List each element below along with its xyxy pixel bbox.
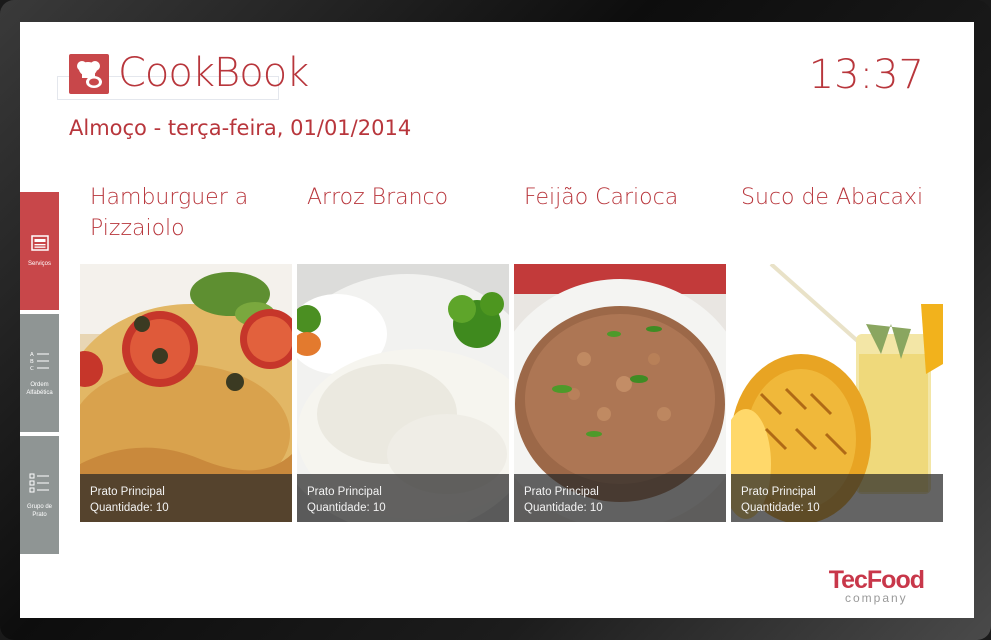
dish-cards: Hamburguer a Pizzaiolo Prato Principal Q… [80,182,948,522]
svg-text:A: A [30,352,34,358]
tecfood-logo: TecFood company [829,566,925,605]
dish-title: Arroz Branco [307,185,449,210]
dish-card[interactable]: Feijão Carioca Prato Principal Quantidad… [514,182,726,522]
dish-category: Prato Principal [307,486,382,498]
dish-quantity: Quantidade: 10 [90,502,169,514]
sidebar-item-label: Ordem Alfabética [26,381,53,396]
dish-caption: Prato Principal Quantidade: 10 [514,474,726,522]
dish-caption: Prato Principal Quantidade: 10 [297,474,509,522]
svg-text:B: B [30,359,34,365]
dish-card[interactable]: Hamburguer a Pizzaiolo Prato Principal Q… [80,182,292,522]
meal-date-subtitle: Almoço - terça-feira, 01/01/2014 [69,116,412,140]
dish-title: Hamburguer a Pizzaiolo [90,185,249,241]
sidebar: Serviços A B C Ordem Alfabética Grupo de… [20,192,59,554]
chef-hat-icon [69,54,109,94]
sidebar-item-ordem-alfabetica[interactable]: A B C Ordem Alfabética [20,314,59,432]
dish-quantity: Quantidade: 10 [524,502,603,514]
dish-category: Prato Principal [90,486,165,498]
sidebar-item-label: Grupo de Prato [26,503,53,518]
dish-photo: Prato Principal Quantidade: 10 [514,264,726,522]
sidebar-item-servicos[interactable]: Serviços [20,192,59,310]
dish-photo: Prato Principal Quantidade: 10 [80,264,292,522]
sidebar-item-grupo-de-prato[interactable]: Grupo de Prato [20,436,59,554]
dish-card[interactable]: Arroz Branco Prato Principal Quantidade:… [297,182,509,522]
app-screen: CookBook 13:37 Almoço - terça-feira, 01/… [20,22,974,618]
dish-title: Feijão Carioca [524,185,679,210]
svg-text:C: C [30,366,34,372]
sidebar-item-label: Serviços [27,260,51,267]
dish-quantity: Quantidade: 10 [307,502,386,514]
dish-card[interactable]: Suco de Abacaxi Prato Principal Quantida… [731,182,943,522]
dish-caption: Prato Principal Quantidade: 10 [731,474,943,522]
alphabetical-list-icon: A B C [28,350,52,375]
group-list-icon [28,472,52,497]
dish-photo: Prato Principal Quantidade: 10 [731,264,943,522]
dish-title: Suco de Abacaxi [741,185,924,210]
dish-category: Prato Principal [741,486,816,498]
dish-photo: Prato Principal Quantidade: 10 [297,264,509,522]
dish-quantity: Quantidade: 10 [741,502,820,514]
menu-card-icon [30,234,49,254]
app-title: CookBook [118,50,309,96]
dish-category: Prato Principal [524,486,599,498]
clock: 13:37 [808,52,924,98]
dish-caption: Prato Principal Quantidade: 10 [80,474,292,522]
